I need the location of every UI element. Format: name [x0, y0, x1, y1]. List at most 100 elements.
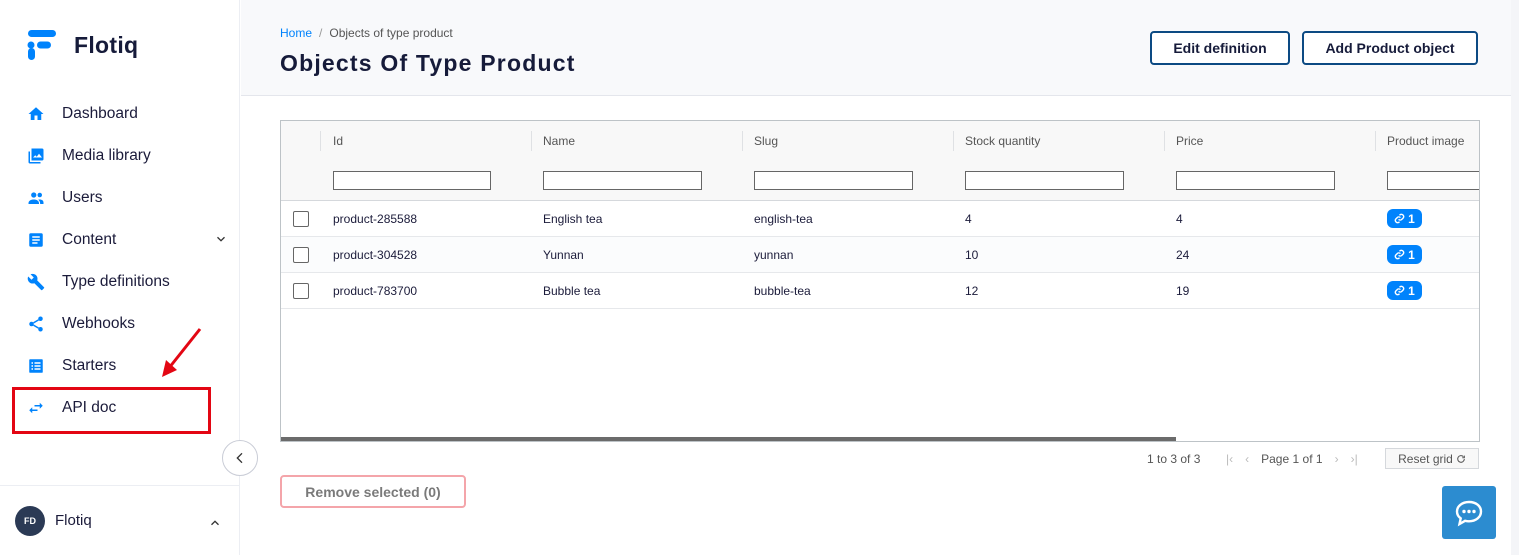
- column-header-slug[interactable]: Slug: [742, 121, 953, 161]
- pagination-summary: 1 to 3 of 3: [1147, 452, 1201, 466]
- image-relation-badge[interactable]: 1: [1387, 209, 1422, 228]
- filter-input-slug[interactable]: [754, 171, 913, 190]
- logo-text: Flotiq: [74, 31, 139, 58]
- row-checkbox[interactable]: [293, 211, 309, 227]
- logo[interactable]: Flotiq: [26, 28, 138, 62]
- column-header-stock-quantity[interactable]: Stock quantity: [953, 121, 1164, 161]
- add-product-object-button[interactable]: Add Product object: [1302, 31, 1478, 65]
- page-header: Home / Objects of type product Objects O…: [241, 0, 1511, 96]
- annotation-highlight-box: [12, 387, 211, 434]
- cell-slug: bubble-tea: [754, 284, 811, 298]
- breadcrumb-home-link[interactable]: Home: [280, 26, 312, 40]
- media-icon: [26, 146, 46, 166]
- badge-count: 1: [1408, 247, 1415, 262]
- filter-input-stock-quantity[interactable]: [965, 171, 1124, 190]
- right-scroll-area: [1511, 0, 1519, 555]
- sidebar-item-label: Users: [62, 189, 103, 206]
- page-title: Objects Of Type Product: [280, 50, 576, 76]
- pagination-nav: |‹ ‹ Page 1 of 1 › ›|: [1226, 449, 1370, 469]
- reset-grid-button[interactable]: Reset grid: [1385, 448, 1479, 469]
- sidebar-item-starters[interactable]: Starters: [0, 345, 240, 387]
- link-icon: [1394, 249, 1405, 260]
- image-relation-badge[interactable]: 1: [1387, 245, 1422, 264]
- column-header-product-image[interactable]: Product image: [1375, 121, 1479, 161]
- cell-price: 24: [1176, 248, 1190, 262]
- row-checkbox[interactable]: [293, 247, 309, 263]
- home-icon: [26, 104, 46, 124]
- sidebar-item-webhooks[interactable]: Webhooks: [0, 303, 240, 345]
- sidebar-item-label: Content: [62, 231, 117, 248]
- filter-input-id[interactable]: [333, 171, 491, 190]
- next-page-icon[interactable]: ›: [1335, 452, 1339, 466]
- cell-stock-quantity: 10: [965, 248, 979, 262]
- cell-name: Yunnan: [543, 248, 584, 262]
- page-of: of: [1302, 452, 1313, 466]
- cell-id: product-285588: [333, 212, 418, 226]
- last-page-icon[interactable]: ›|: [1351, 452, 1358, 466]
- cell-stock-quantity: 4: [965, 212, 972, 226]
- filter-input-price[interactable]: [1176, 171, 1335, 190]
- horizontal-scrollbar[interactable]: [281, 437, 1176, 441]
- cell-name: English tea: [543, 212, 603, 226]
- flotiq-logo-icon: [27, 30, 56, 60]
- sidebar-item-label: Dashboard: [62, 105, 138, 122]
- chat-icon: [1455, 500, 1483, 526]
- chat-widget-button[interactable]: [1442, 486, 1496, 539]
- link-icon: [1394, 285, 1405, 296]
- list-icon: [26, 356, 46, 376]
- cell-slug: english-tea: [754, 212, 813, 226]
- page-current: 1: [1292, 452, 1300, 466]
- cell-name: Bubble tea: [543, 284, 601, 298]
- link-icon: [1394, 213, 1405, 224]
- sidebar-item-type-definitions[interactable]: Type definitions: [0, 261, 240, 303]
- page-total: 1: [1315, 452, 1323, 466]
- user-menu[interactable]: FD Flotiq: [0, 485, 240, 555]
- sidebar-item-media-library[interactable]: Media library: [0, 135, 240, 177]
- content-icon: [26, 230, 46, 250]
- column-header-id[interactable]: Id: [321, 121, 531, 161]
- chevron-down-icon[interactable]: [214, 232, 228, 251]
- filter-input-product-image[interactable]: [1387, 171, 1479, 190]
- cell-price: 4: [1176, 212, 1183, 226]
- avatar: FD: [15, 505, 45, 536]
- sidebar-item-label: Media library: [62, 147, 151, 164]
- edit-definition-button[interactable]: Edit definition: [1150, 31, 1290, 65]
- breadcrumb: Home / Objects of type product: [280, 26, 453, 40]
- users-icon: [26, 188, 46, 208]
- table-row[interactable]: product-285588 English tea english-tea 4…: [281, 201, 1479, 237]
- page-label: Page: [1261, 452, 1290, 466]
- image-relation-badge[interactable]: 1: [1387, 281, 1422, 300]
- table-row[interactable]: product-304528 Yunnan yunnan 10 24 1: [281, 237, 1479, 273]
- badge-count: 1: [1408, 283, 1415, 298]
- refresh-icon: [1457, 454, 1465, 463]
- filter-input-name[interactable]: [543, 171, 702, 190]
- cell-price: 19: [1176, 284, 1190, 298]
- remove-selected-button[interactable]: Remove selected (0): [280, 475, 466, 508]
- grid-header: Id Name Slug Stock quantity Price Produc…: [281, 121, 1479, 201]
- cell-id: product-304528: [333, 248, 418, 262]
- table-row[interactable]: product-783700 Bubble tea bubble-tea 12 …: [281, 273, 1479, 309]
- first-page-icon[interactable]: |‹: [1226, 452, 1233, 466]
- app: Flotiq Dashboard Media library Users Con…: [0, 0, 1519, 555]
- sidebar-item-users[interactable]: Users: [0, 177, 240, 219]
- reset-grid-label: Reset grid: [1398, 451, 1453, 466]
- user-name: Flotiq: [55, 512, 92, 529]
- chevron-up-icon[interactable]: [208, 516, 222, 535]
- sidebar: Flotiq Dashboard Media library Users Con…: [0, 0, 240, 555]
- cell-stock-quantity: 12: [965, 284, 979, 298]
- sidebar-item-label: Starters: [62, 357, 117, 374]
- previous-page-icon[interactable]: ‹: [1245, 452, 1249, 466]
- collapse-sidebar-button[interactable]: [222, 440, 258, 476]
- breadcrumb-separator: /: [319, 26, 323, 40]
- column-header-name[interactable]: Name: [531, 121, 742, 161]
- sidebar-item-content[interactable]: Content: [0, 219, 240, 261]
- breadcrumb-current: Objects of type product: [329, 26, 453, 40]
- sidebar-item-dashboard[interactable]: Dashboard: [0, 93, 240, 135]
- cell-slug: yunnan: [754, 248, 794, 262]
- annotation-arrow-icon: [162, 328, 202, 377]
- row-checkbox[interactable]: [293, 283, 309, 299]
- badge-count: 1: [1408, 211, 1415, 226]
- sidebar-item-label: Webhooks: [62, 315, 135, 332]
- wrench-icon: [26, 272, 46, 292]
- column-header-price[interactable]: Price: [1164, 121, 1375, 161]
